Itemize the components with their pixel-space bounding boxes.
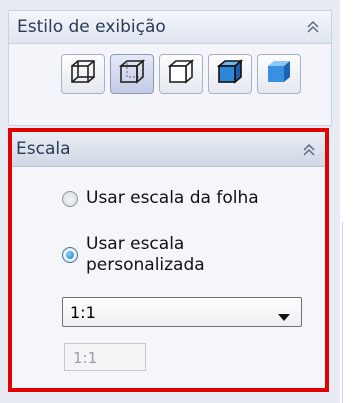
shaded-icon xyxy=(264,57,294,91)
custom-scale-input[interactable]: 1:1 xyxy=(64,343,146,371)
dropdown-arrow-icon[interactable] xyxy=(277,307,291,326)
scale-dropdown[interactable]: 1:1 xyxy=(62,297,302,327)
collapse-chevron-icon[interactable] xyxy=(301,141,317,159)
scale-header[interactable]: Escala xyxy=(12,132,325,167)
hidden-lines-removed-button[interactable] xyxy=(159,54,203,94)
custom-scale-value: 1:1 xyxy=(73,349,98,367)
custom-scale-option[interactable]: Usar escala personalizada xyxy=(62,234,266,276)
shaded-with-edges-button[interactable] xyxy=(208,54,252,94)
custom-scale-radio[interactable] xyxy=(62,247,78,263)
hidden-lines-visible-button[interactable] xyxy=(110,54,154,94)
display-style-header[interactable]: Estilo de exibição xyxy=(9,11,331,44)
panel-edge xyxy=(340,0,359,403)
scale-section-highlight: Escala Usar escala da folha Usar escala … xyxy=(8,128,329,392)
custom-scale-label[interactable]: Usar escala personalizada xyxy=(86,234,266,276)
display-style-section: Estilo de exibição xyxy=(8,10,332,126)
sheet-scale-option[interactable]: Usar escala da folha xyxy=(62,188,259,209)
scale-title: Escala xyxy=(16,139,71,159)
display-style-title: Estilo de exibição xyxy=(17,17,166,37)
sheet-scale-label[interactable]: Usar escala da folha xyxy=(86,188,259,209)
hidden-lines-visible-icon xyxy=(117,57,147,91)
wireframe-icon xyxy=(68,57,98,91)
scale-dropdown-value: 1:1 xyxy=(70,303,96,322)
scale-section: Escala Usar escala da folha Usar escala … xyxy=(12,132,325,388)
wireframe-button[interactable] xyxy=(61,54,105,94)
hidden-lines-removed-icon xyxy=(166,57,196,91)
collapse-chevron-icon[interactable] xyxy=(305,18,321,36)
shaded-with-edges-icon xyxy=(215,57,245,91)
sheet-scale-radio[interactable] xyxy=(62,191,78,207)
shaded-button[interactable] xyxy=(257,54,301,94)
